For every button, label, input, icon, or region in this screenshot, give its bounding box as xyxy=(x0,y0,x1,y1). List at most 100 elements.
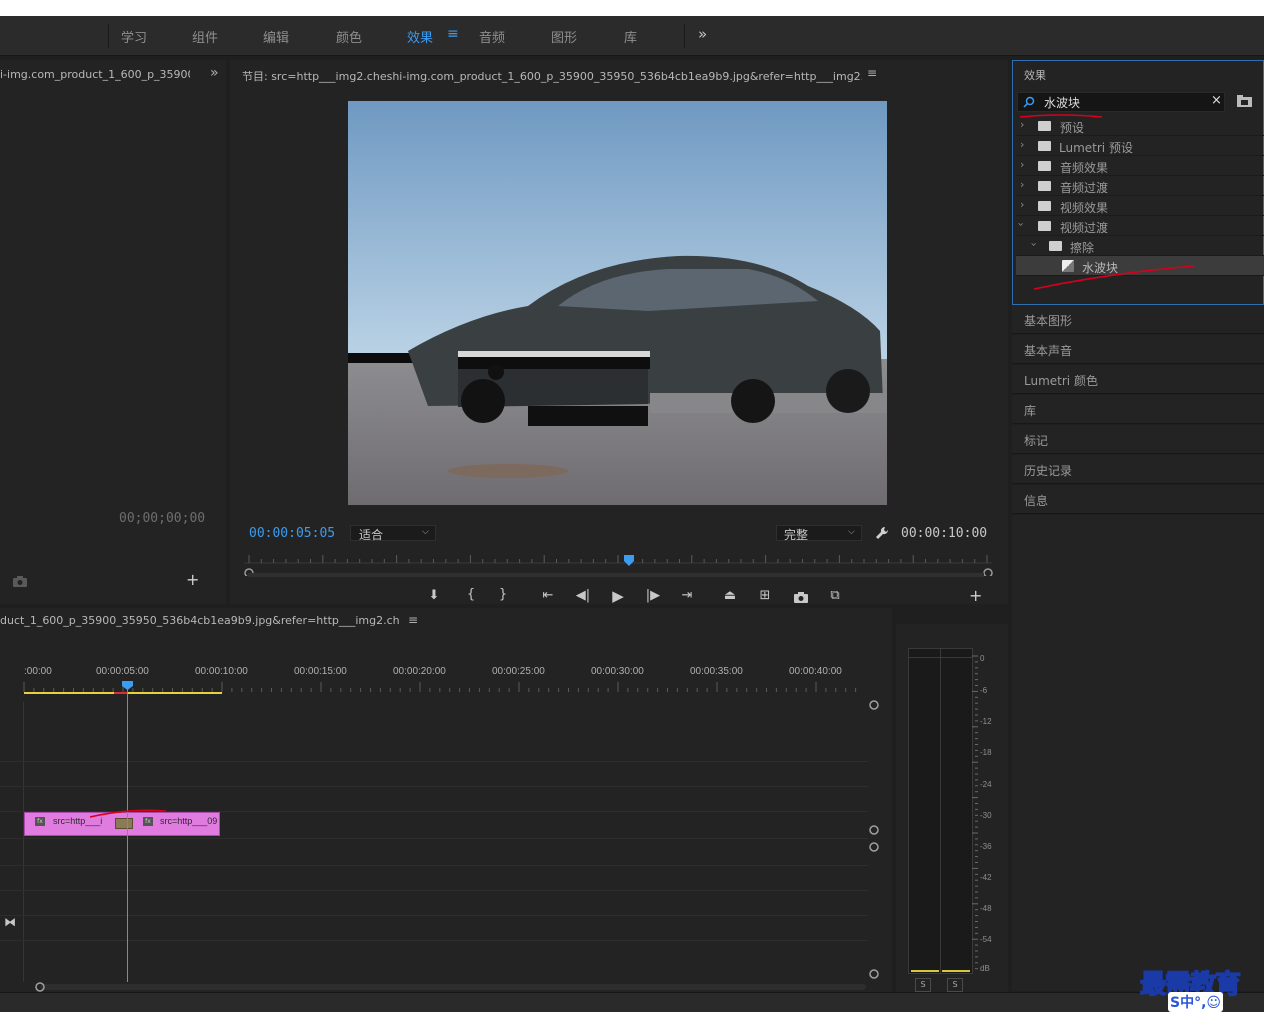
effects-tree-item-wipe[interactable]: › 擦除 xyxy=(1016,236,1264,256)
timeline-vertical-scrollbar[interactable] xyxy=(866,696,882,986)
side-panel-markers[interactable]: 标记 xyxy=(1012,425,1264,454)
meter-scale-label: 0 xyxy=(980,654,985,663)
add-button-icon[interactable]: + xyxy=(186,570,199,589)
effects-tree-item-audio-effects[interactable]: › 音频效果 xyxy=(1016,156,1264,176)
chevron-down-icon: › xyxy=(1014,222,1028,227)
effects-search-value: 水波块 xyxy=(1044,96,1081,110)
program-monitor-panel: 节目: src=http___img2.cheshi-img.com_produ… xyxy=(230,60,1008,605)
meter-scale-label: -42 xyxy=(980,873,992,882)
track-divider xyxy=(0,915,868,916)
program-scroll-bar[interactable] xyxy=(240,572,1000,578)
solo-right-button[interactable]: S xyxy=(947,978,963,992)
chevron-down-icon: ⌵ xyxy=(848,527,855,537)
fx-badge-icon: fx xyxy=(143,817,153,826)
chevron-right-icon: › xyxy=(1020,178,1025,191)
step-forward-icon[interactable]: |▶ xyxy=(643,588,663,603)
timeline-sequence-title[interactable]: duct_1_600_p_35900_35950_536b4cb1ea9b9.j… xyxy=(0,614,400,627)
side-panel-libraries[interactable]: 库 xyxy=(1012,395,1264,424)
meter-scale-label: -12 xyxy=(980,717,992,726)
effects-tree-item-video-effects[interactable]: › 视频效果 xyxy=(1016,196,1264,216)
workspace-tab-learn[interactable]: 学习 xyxy=(121,27,147,46)
export-frame-icon[interactable] xyxy=(793,591,809,603)
lift-icon[interactable]: ⏏ xyxy=(720,588,740,603)
playhead-handle-icon[interactable] xyxy=(121,680,134,691)
go-to-out-icon[interactable]: ⇥ xyxy=(677,588,697,603)
effects-panel-title[interactable]: 效果 xyxy=(1024,67,1046,83)
go-to-in-icon[interactable]: ⇤ xyxy=(538,588,558,603)
ruler-label: 00:00:05:00 xyxy=(96,666,149,677)
effects-tree-item-presets[interactable]: › 预设 xyxy=(1016,116,1264,136)
chevron-right-icon: › xyxy=(1020,198,1025,211)
side-panel-empty-area xyxy=(1012,515,1264,991)
mark-out-icon[interactable]: } xyxy=(493,587,513,602)
effects-tree-item-lumetri-presets[interactable]: › Lumetri 预设 xyxy=(1016,136,1264,156)
meter-scale-label: -36 xyxy=(980,842,992,851)
clear-search-icon[interactable]: × xyxy=(1211,93,1222,108)
program-panel-title[interactable]: 节目: src=http___img2.cheshi-img.com_produ… xyxy=(242,68,862,84)
meter-channel-divider xyxy=(940,649,941,973)
workspace-tab-editing[interactable]: 编辑 xyxy=(263,27,289,46)
solo-left-button[interactable]: S xyxy=(915,978,931,992)
workspace-tab-assembly[interactable]: 组件 xyxy=(192,27,218,46)
ruler-label: 00:00:20:00 xyxy=(393,666,446,677)
preset-folder-icon xyxy=(1038,121,1051,131)
panel-menu-icon[interactable]: ≡ xyxy=(408,613,418,627)
effects-search-field[interactable]: 水波块 × xyxy=(1017,92,1225,112)
quality-dropdown-label: 完整 xyxy=(784,528,809,542)
program-video-frame[interactable] xyxy=(348,101,887,505)
panel-menu-icon[interactable]: ≡ xyxy=(867,66,877,80)
side-panel-label: 信息 xyxy=(1024,494,1049,508)
step-back-icon[interactable]: ◀| xyxy=(573,588,593,603)
extract-icon[interactable]: ⊞ xyxy=(755,588,775,603)
quality-dropdown[interactable]: 完整 ⌵ xyxy=(776,525,862,542)
fit-dropdown[interactable]: 适合 ⌵ xyxy=(350,525,436,542)
side-panel-label: Lumetri 颜色 xyxy=(1024,374,1098,388)
search-icon xyxy=(1023,96,1035,108)
wrench-icon[interactable] xyxy=(874,525,890,541)
folder-icon xyxy=(1038,181,1051,191)
transition-block[interactable] xyxy=(115,818,133,829)
side-panel-info[interactable]: 信息 xyxy=(1012,485,1264,514)
side-panel-history[interactable]: 历史记录 xyxy=(1012,455,1264,484)
workspace-tab-graphics[interactable]: 图形 xyxy=(551,27,577,46)
effects-tree-item-water-block[interactable]: 水波块 xyxy=(1016,256,1264,276)
side-panel-essential-graphics[interactable]: 基本图形 xyxy=(1012,305,1264,334)
track-expand-icon[interactable]: ⧓ xyxy=(4,915,16,929)
panel-overflow-icon[interactable]: » xyxy=(210,65,219,81)
chevron-right-icon: › xyxy=(1020,158,1025,171)
workspace-overflow-icon[interactable]: » xyxy=(698,25,707,43)
video-clip[interactable]: fx src=http___i fx src=http___09 xyxy=(24,812,220,836)
meter-scale-label: -54 xyxy=(980,935,992,944)
comparison-view-icon[interactable]: ⧉ xyxy=(825,588,845,603)
effects-tree-item-audio-transitions[interactable]: › 音频过渡 xyxy=(1016,176,1264,196)
workspace-tab-libraries[interactable]: 库 xyxy=(624,27,637,46)
meter-scale-label: -24 xyxy=(980,780,992,789)
source-timecode[interactable]: 00;00;00;00 xyxy=(119,511,205,526)
camera-icon[interactable] xyxy=(12,575,28,587)
mark-in-icon[interactable]: { xyxy=(461,587,481,602)
side-panel-essential-sound[interactable]: 基本声音 xyxy=(1012,335,1264,364)
audio-meter xyxy=(908,648,973,974)
timeline-playhead[interactable] xyxy=(127,688,128,982)
play-icon[interactable]: ▶ xyxy=(608,587,628,605)
chevron-right-icon: › xyxy=(1020,138,1025,151)
add-marker-icon[interactable]: ⬇ xyxy=(424,588,444,603)
ime-toolbar[interactable]: S中°,☺ xyxy=(1168,992,1223,1012)
workspace-menu-icon[interactable]: ≡ xyxy=(447,26,459,42)
chevron-right-icon: › xyxy=(1020,118,1025,131)
ruler-label: 00:00:25:00 xyxy=(492,666,545,677)
workspace-tab-audio[interactable]: 音频 xyxy=(479,27,505,46)
chevron-down-icon: ⌵ xyxy=(422,527,429,537)
new-bin-icon[interactable] xyxy=(1236,94,1253,108)
workspace-tab-effects[interactable]: 效果 xyxy=(407,27,433,46)
fx-badge-icon: fx xyxy=(35,817,45,826)
effects-tree-item-video-transitions[interactable]: › 视频过渡 xyxy=(1014,216,1264,236)
meter-scale-label: -48 xyxy=(980,904,992,913)
program-current-timecode[interactable]: 00:00:05:05 xyxy=(249,526,335,541)
effects-tree-label: 视频效果 xyxy=(1060,201,1109,215)
side-panel-lumetri-color[interactable]: Lumetri 颜色 xyxy=(1012,365,1264,394)
add-button-icon[interactable]: + xyxy=(969,586,982,605)
source-panel-title[interactable]: i-img.com_product_1_600_p_35900_3 xyxy=(0,68,190,81)
workspace-separator xyxy=(684,24,685,48)
workspace-tab-color[interactable]: 颜色 xyxy=(336,27,362,46)
